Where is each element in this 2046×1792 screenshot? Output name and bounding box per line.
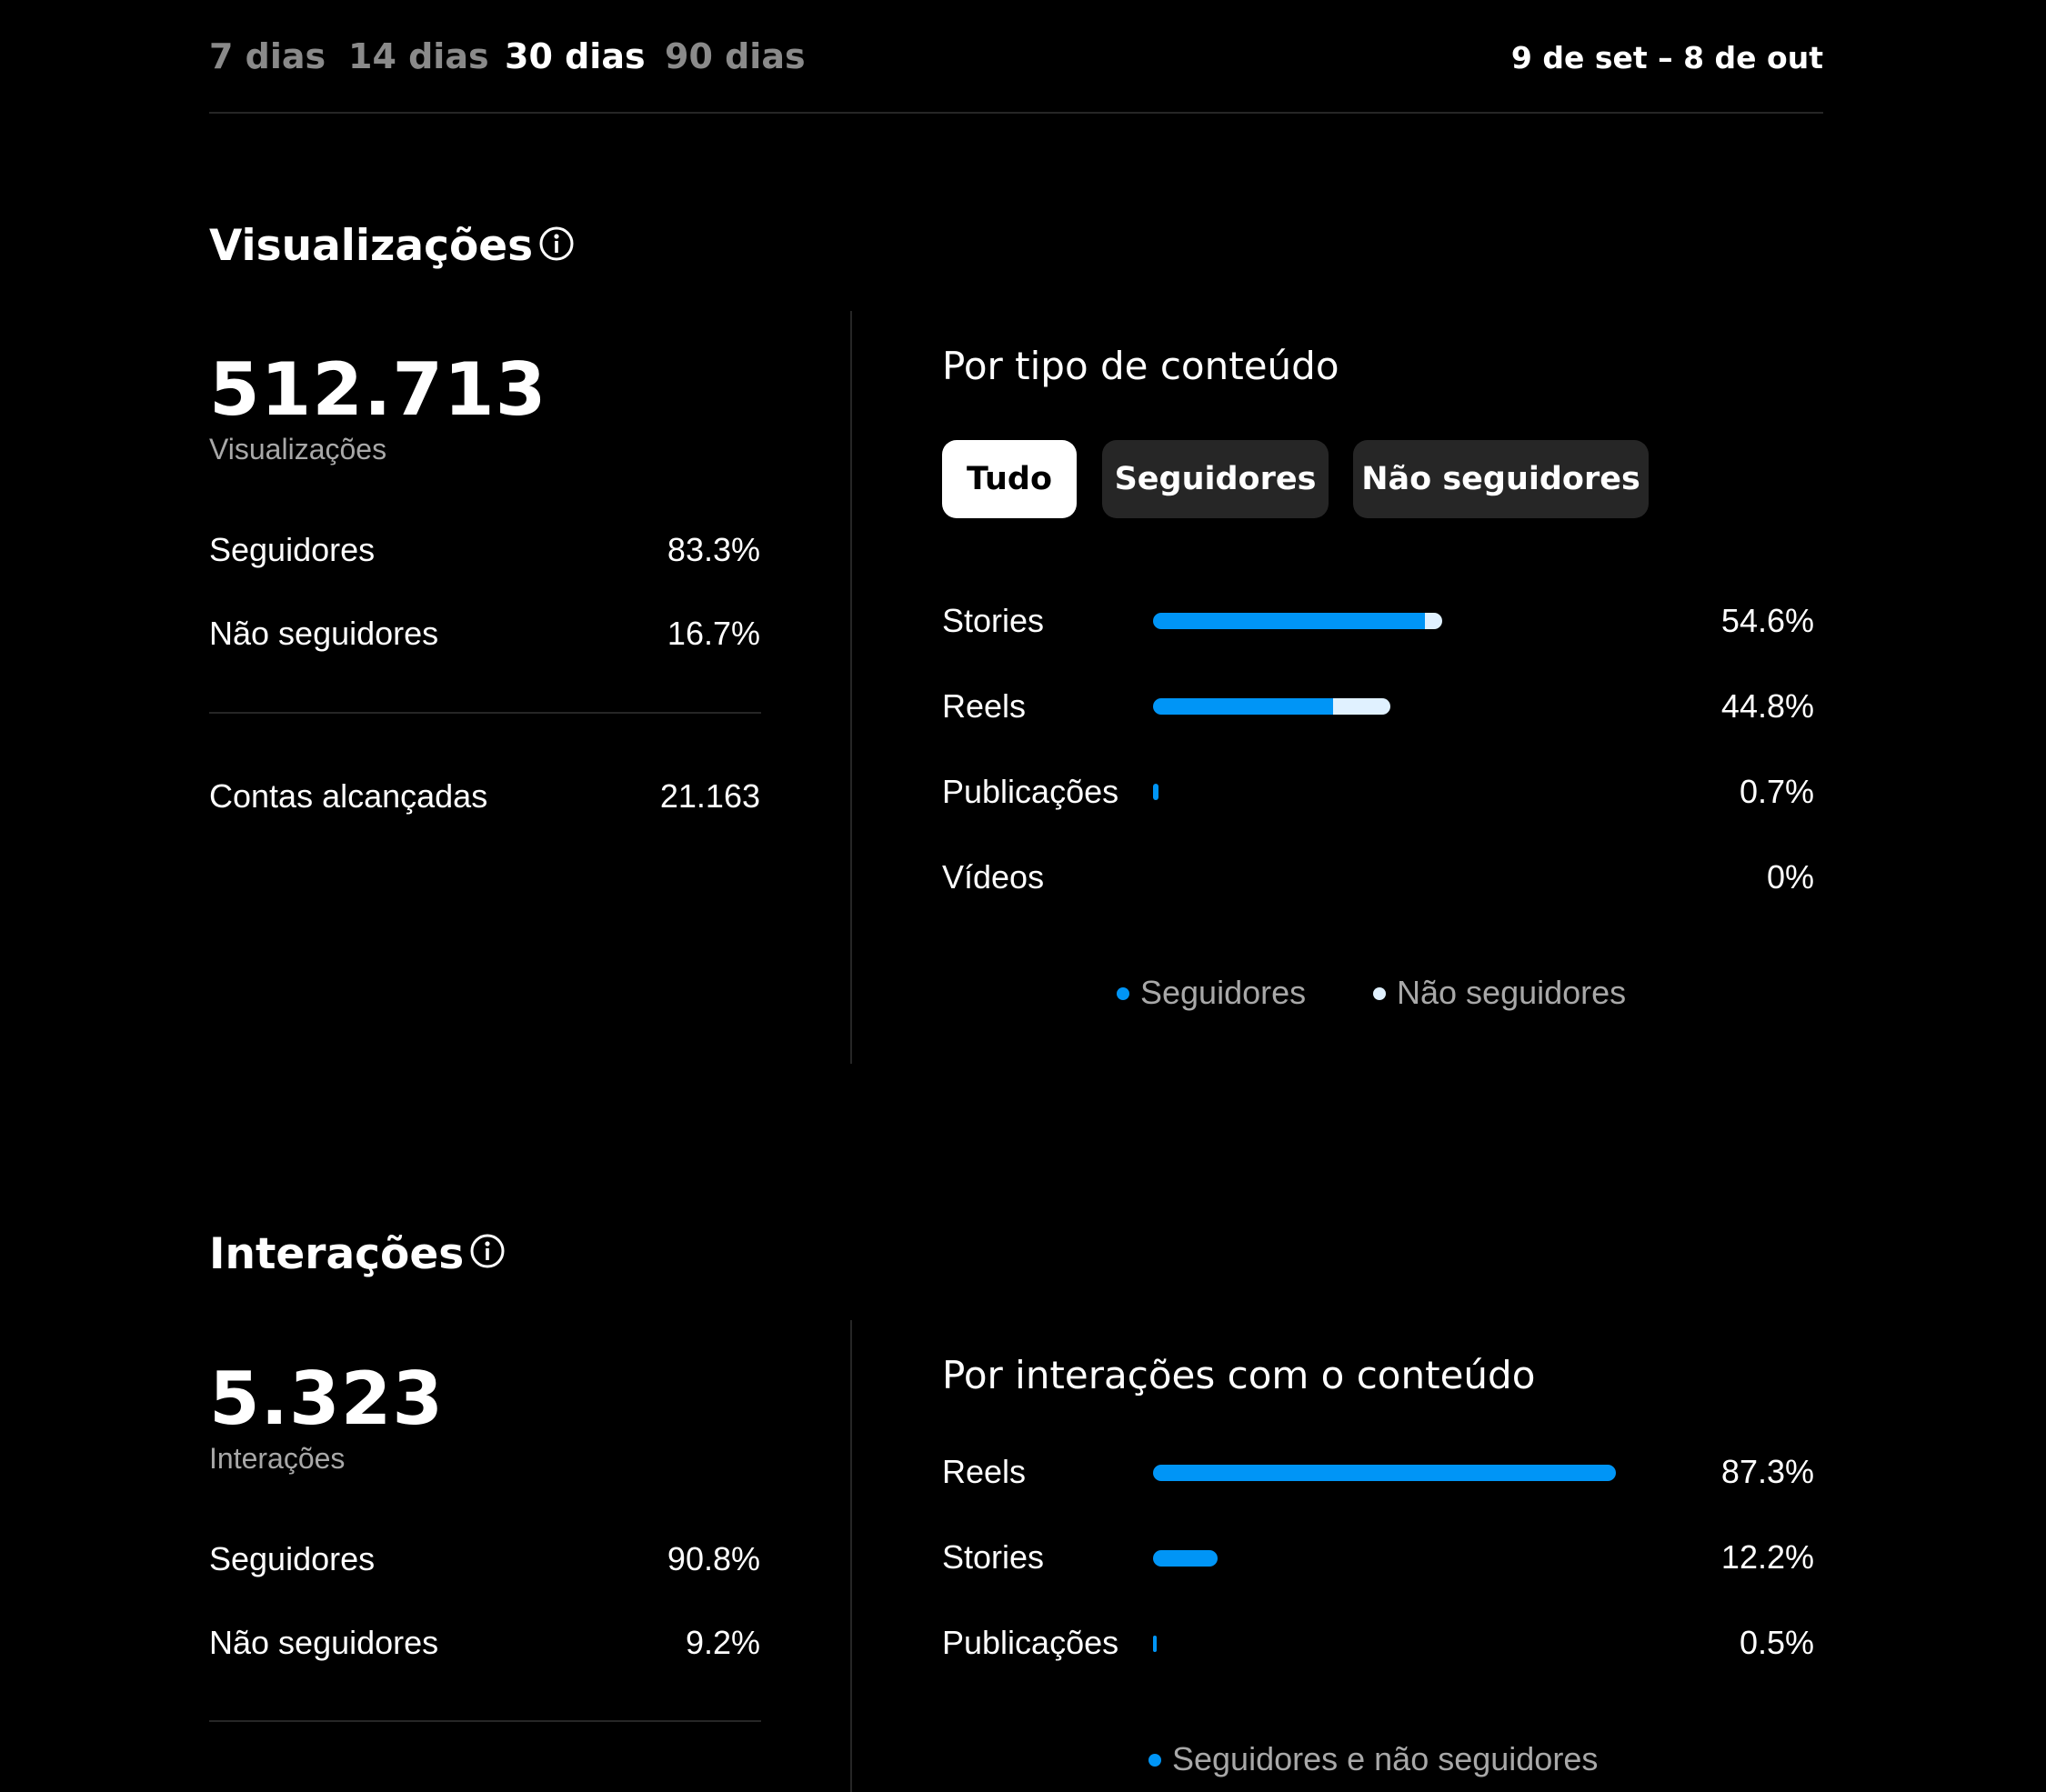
views-section-title: Visualizações: [209, 221, 534, 271]
interactions-non-followers-value: 9.2%: [685, 1624, 760, 1661]
interactions-column-divider: [850, 1320, 852, 1792]
interactions-section-title: Interações: [209, 1229, 465, 1279]
range-tab-30-days[interactable]: 30 dias: [505, 36, 646, 76]
views-row-posts-value: 0.7%: [1739, 773, 1814, 810]
views-row-posts-bar: [1153, 784, 1158, 800]
interactions-followers-value: 90.8%: [667, 1540, 760, 1577]
views-row-stories-non-followers-segment: [1425, 613, 1442, 629]
views-row-stories-bar: [1153, 613, 1442, 629]
views-non-followers-value: 16.7%: [667, 615, 760, 652]
views-total: 512.713: [209, 347, 547, 432]
views-row-posts-label: Publicações: [942, 773, 1119, 810]
range-tab-90-days[interactable]: 90 dias: [665, 36, 806, 76]
legend-non-followers-label: Não seguidores: [1397, 974, 1627, 1011]
legend-followers-dot: [1117, 987, 1129, 1000]
interactions-row-stories-bar: [1153, 1550, 1218, 1567]
interactions-row-posts-segment: [1153, 1636, 1157, 1652]
interactions-row-stories-label: Stories: [942, 1538, 1045, 1576]
interactions-row-posts-bar: [1153, 1636, 1157, 1652]
views-breakdown-title: Por tipo de conteúdo: [942, 344, 1339, 388]
views-row-stories-value: 54.6%: [1720, 602, 1814, 639]
legend-all-dot: [1148, 1754, 1161, 1767]
filter-non-followers-label: Não seguidores: [1361, 461, 1640, 497]
interactions-info-icon[interactable]: [469, 1233, 506, 1269]
filter-all-button[interactable]: Tudo: [942, 440, 1077, 518]
filter-followers-label: Seguidores: [1114, 461, 1317, 497]
range-tab-14-days[interactable]: 14 dias: [348, 36, 489, 76]
interactions-row-posts-label: Publicações: [942, 1624, 1119, 1661]
range-tab-7-days[interactable]: 7 dias: [209, 36, 326, 76]
interactions-row-reels-bar: [1153, 1465, 1616, 1481]
interactions-row-stories-value: 12.2%: [1720, 1538, 1814, 1576]
views-row-reels-non-followers-segment: [1333, 698, 1390, 715]
views-non-followers-label: Não seguidores: [209, 615, 439, 652]
views-row-reels-bar: [1153, 698, 1390, 715]
top-divider: [209, 112, 1823, 114]
views-row-videos-label: Vídeos: [942, 858, 1045, 896]
interactions-row-reels-value: 87.3%: [1720, 1453, 1814, 1490]
filter-followers-button[interactable]: Seguidores: [1102, 440, 1329, 518]
interactions-row-posts-value: 0.5%: [1739, 1624, 1814, 1661]
views-followers-label: Seguidores: [209, 531, 376, 568]
filter-all-label: Tudo: [966, 461, 1053, 497]
views-followers-value: 83.3%: [667, 531, 760, 568]
views-row-reels-value: 44.8%: [1720, 687, 1814, 725]
interactions-non-followers-label: Não seguidores: [209, 1624, 439, 1661]
views-row-videos-value: 0%: [1766, 858, 1814, 896]
views-total-caption: Visualizações: [209, 433, 387, 466]
interactions-total-caption: Interações: [209, 1442, 346, 1475]
legend-non-followers-dot: [1373, 987, 1386, 1000]
interactions-row-reels-label: Reels: [942, 1453, 1027, 1490]
views-stats-divider: [209, 712, 761, 714]
interactions-followers-label: Seguidores: [209, 1540, 376, 1577]
interactions-row-stories-segment: [1153, 1550, 1218, 1567]
legend-all-label: Seguidores e não seguidores: [1172, 1740, 1599, 1777]
accounts-reached-value: 21.163: [659, 777, 760, 815]
views-row-stories-label: Stories: [942, 602, 1045, 639]
filter-non-followers-button[interactable]: Não seguidores: [1353, 440, 1649, 518]
views-row-reels-label: Reels: [942, 687, 1027, 725]
date-range-label: 9 de set – 8 de out: [1510, 40, 1823, 75]
views-row-posts-followers-segment: [1153, 784, 1158, 800]
accounts-reached-label: Contas alcançadas: [209, 777, 488, 815]
interactions-total: 5.323: [209, 1357, 445, 1441]
legend-followers-label: Seguidores: [1140, 974, 1307, 1011]
interactions-row-reels-segment: [1153, 1465, 1616, 1481]
interactions-stats-divider: [209, 1720, 761, 1722]
views-row-reels-followers-segment: [1153, 698, 1333, 715]
views-info-icon[interactable]: [538, 225, 575, 262]
interactions-breakdown-title: Por interações com o conteúdo: [942, 1353, 1536, 1397]
views-row-stories-followers-segment: [1153, 613, 1425, 629]
views-column-divider: [850, 311, 852, 1064]
